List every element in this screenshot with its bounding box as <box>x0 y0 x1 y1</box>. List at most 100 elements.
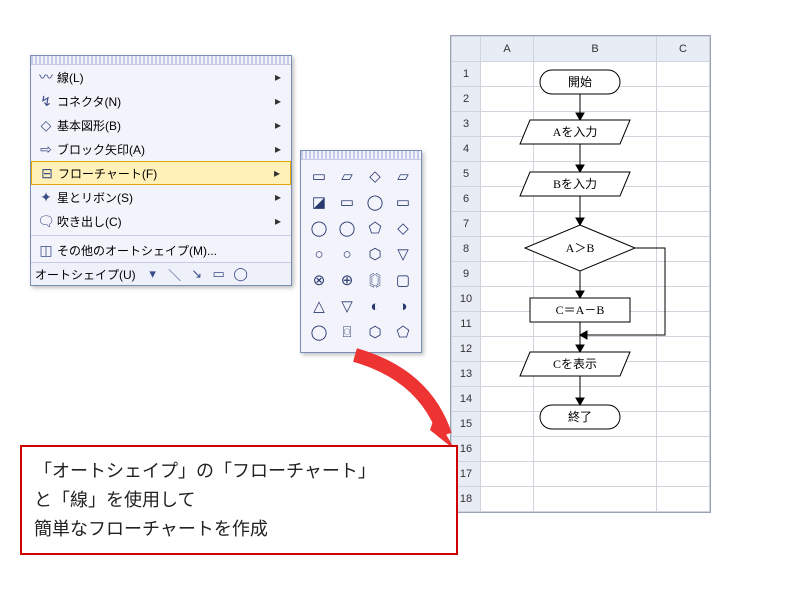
cell[interactable] <box>657 462 710 487</box>
flowchart-shape-button[interactable]: ◪ <box>306 190 332 214</box>
cell[interactable] <box>534 137 657 162</box>
cell[interactable] <box>534 312 657 337</box>
cell[interactable] <box>481 412 534 437</box>
cell[interactable] <box>657 87 710 112</box>
cell[interactable] <box>481 62 534 87</box>
flowchart-shape-button[interactable]: ○ <box>306 242 332 266</box>
cell[interactable] <box>481 187 534 212</box>
flowchart-shape-button[interactable]: ⌼ <box>334 320 360 344</box>
cell[interactable] <box>481 137 534 162</box>
spreadsheet-grid[interactable]: A B C 123456789101112131415161718 <box>450 35 711 513</box>
menu-item-other-autoshapes[interactable]: ◫ その他のオートシェイプ(M)... <box>31 238 291 262</box>
cell[interactable] <box>481 437 534 462</box>
menu-grip[interactable] <box>31 56 291 65</box>
flowchart-shape-button[interactable]: ▭ <box>306 164 332 188</box>
rectangle-tool-icon[interactable]: ▭ <box>210 265 228 283</box>
arrow-tool-icon[interactable]: ↘ <box>188 265 206 283</box>
flowchart-shape-button[interactable]: ▢ <box>390 268 416 292</box>
cell[interactable] <box>534 62 657 87</box>
cell[interactable] <box>481 362 534 387</box>
cell[interactable] <box>534 487 657 512</box>
autoshape-toolbar-label[interactable]: オートシェイプ(U) <box>35 266 136 283</box>
row-header[interactable]: 10 <box>452 287 481 312</box>
row-header[interactable]: 11 <box>452 312 481 337</box>
cell[interactable] <box>481 487 534 512</box>
cell[interactable] <box>657 337 710 362</box>
flowchart-shape-button[interactable]: ▱ <box>390 164 416 188</box>
cell[interactable] <box>534 237 657 262</box>
select-all-corner[interactable] <box>452 37 481 62</box>
flowchart-shape-button[interactable]: ◑ <box>390 294 416 318</box>
flowchart-shape-button[interactable]: ◐ <box>362 294 388 318</box>
cell[interactable] <box>534 112 657 137</box>
flowchart-shape-button[interactable]: ▭ <box>390 190 416 214</box>
cell[interactable] <box>534 187 657 212</box>
cell[interactable] <box>481 112 534 137</box>
row-header[interactable]: 1 <box>452 62 481 87</box>
cell[interactable] <box>481 162 534 187</box>
cell[interactable] <box>534 387 657 412</box>
cell[interactable] <box>534 212 657 237</box>
flowchart-shape-button[interactable]: △ <box>306 294 332 318</box>
cell[interactable] <box>657 487 710 512</box>
cell[interactable] <box>534 162 657 187</box>
cell[interactable] <box>657 212 710 237</box>
flowchart-shape-button[interactable]: ⬡ <box>362 242 388 266</box>
cell[interactable] <box>657 287 710 312</box>
cell[interactable] <box>657 237 710 262</box>
cell[interactable] <box>657 312 710 337</box>
cell[interactable] <box>481 462 534 487</box>
column-header-a[interactable]: A <box>481 37 534 62</box>
cell[interactable] <box>657 387 710 412</box>
flowchart-shape-button[interactable]: ◇ <box>390 216 416 240</box>
flowchart-shape-button[interactable]: ▽ <box>334 294 360 318</box>
column-header-c[interactable]: C <box>657 37 710 62</box>
line-tool-icon[interactable]: ＼ <box>166 265 184 283</box>
cell[interactable] <box>657 162 710 187</box>
cell[interactable] <box>534 462 657 487</box>
cell[interactable] <box>657 362 710 387</box>
column-header-b[interactable]: B <box>534 37 657 62</box>
cell[interactable] <box>657 412 710 437</box>
cell[interactable] <box>657 187 710 212</box>
menu-item-flowchart[interactable]: ⊟ フローチャート(F) ▸ <box>31 161 291 185</box>
cell[interactable] <box>657 62 710 87</box>
row-header[interactable]: 6 <box>452 187 481 212</box>
flowchart-shape-button[interactable]: ○ <box>334 242 360 266</box>
palette-grip[interactable] <box>301 151 421 160</box>
flowchart-shape-button[interactable]: ◯ <box>362 190 388 214</box>
toolbar-dropdown-icon[interactable]: ▾ <box>144 265 162 283</box>
cell[interactable] <box>657 112 710 137</box>
cell[interactable] <box>534 412 657 437</box>
flowchart-shape-button[interactable]: ⬡ <box>362 320 388 344</box>
cell[interactable] <box>481 212 534 237</box>
menu-item-stars-ribbons[interactable]: ✦ 星とリボン(S) ▸ <box>31 185 291 209</box>
cell[interactable] <box>481 337 534 362</box>
flowchart-shape-button[interactable]: ▽ <box>390 242 416 266</box>
flowchart-shape-button[interactable]: ⊗ <box>306 268 332 292</box>
menu-item-connector[interactable]: ↯ コネクタ(N) ▸ <box>31 89 291 113</box>
flowchart-shape-button[interactable]: ◯ <box>306 320 332 344</box>
menu-item-line[interactable]: 〰 線(L) ▸ <box>31 65 291 89</box>
menu-item-block-arrows[interactable]: ⇨ ブロック矢印(A) ▸ <box>31 137 291 161</box>
row-header[interactable]: 8 <box>452 237 481 262</box>
row-header[interactable]: 2 <box>452 87 481 112</box>
flowchart-shape-button[interactable]: ▭ <box>334 190 360 214</box>
cell[interactable] <box>481 237 534 262</box>
row-header[interactable]: 7 <box>452 212 481 237</box>
cell[interactable] <box>657 262 710 287</box>
flowchart-shape-button[interactable]: 〘〙 <box>362 268 388 292</box>
row-header[interactable]: 9 <box>452 262 481 287</box>
flowchart-shape-button[interactable]: ◇ <box>362 164 388 188</box>
cell[interactable] <box>481 287 534 312</box>
flowchart-shape-button[interactable]: ⬠ <box>362 216 388 240</box>
cell[interactable] <box>534 437 657 462</box>
flowchart-shape-button[interactable]: ⊕ <box>334 268 360 292</box>
flowchart-shape-button[interactable]: ◯ <box>306 216 332 240</box>
cell[interactable] <box>481 387 534 412</box>
cell[interactable] <box>534 287 657 312</box>
cell[interactable] <box>481 262 534 287</box>
cell[interactable] <box>534 262 657 287</box>
oval-tool-icon[interactable]: ◯ <box>232 265 250 283</box>
cell[interactable] <box>481 87 534 112</box>
